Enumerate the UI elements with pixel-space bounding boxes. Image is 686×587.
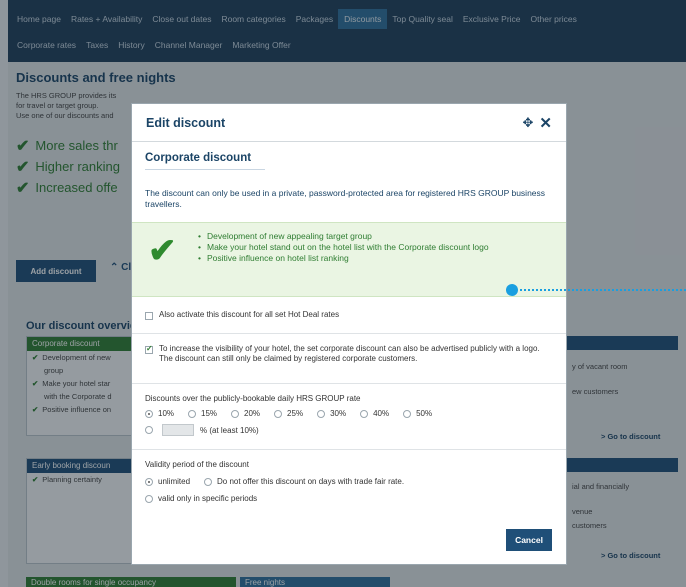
move-icon[interactable]: ✥ (523, 115, 534, 131)
rate-radio[interactable] (274, 409, 283, 418)
hot-deal-option[interactable]: Also activate this discount for all set … (145, 310, 553, 320)
visibility-option[interactable]: To increase the visibility of your hotel… (145, 344, 553, 364)
checkmark-icon: ✔ (148, 232, 177, 270)
validity-radio-row: valid only in specific periods (145, 494, 553, 503)
benefits-list: • Development of new appealing target gro… (198, 231, 548, 264)
rate-option-label: 25% (287, 409, 304, 418)
validity-no-trade-fair-radio[interactable] (204, 477, 213, 486)
validity-unlimited-option[interactable]: unlimited (145, 477, 190, 486)
rate-option-10[interactable]: 10% (145, 409, 174, 418)
custom-rate-row: % (at least 10%) (145, 424, 553, 436)
visibility-label: To increase the visibility of your hotel… (159, 344, 540, 363)
benefit-bullet: • Development of new appealing target gro… (198, 231, 372, 241)
rate-option-20[interactable]: 20% (231, 409, 260, 418)
dialog-title: Edit discount (146, 115, 226, 130)
validity-radio-row: unlimited Do not offer this discount on … (145, 477, 553, 486)
benefit-bullet: • Positive influence on hotel list rankin… (198, 253, 349, 263)
discount-description: The discount can only be used in a priva… (145, 188, 546, 209)
rate-radio[interactable] (188, 409, 197, 418)
rate-option-30[interactable]: 30% (317, 409, 346, 418)
rate-radio[interactable] (360, 409, 369, 418)
visibility-row: To increase the visibility of your hotel… (132, 334, 566, 384)
annotation-marker (506, 284, 518, 296)
rate-radio[interactable] (231, 409, 240, 418)
cancel-button[interactable]: Cancel (506, 529, 552, 551)
rate-option-50[interactable]: 50% (403, 409, 432, 418)
rate-option-15[interactable]: 15% (188, 409, 217, 418)
edit-discount-dialog: Edit discount ✥ ✕ Corporate discount The… (131, 103, 567, 565)
close-icon[interactable]: ✕ (539, 114, 552, 132)
hot-deal-label: Also activate this discount for all set … (159, 310, 340, 319)
benefit-bullet: • Make your hotel stand out on the hotel … (198, 242, 489, 252)
benefit-text: Positive influence on hotel list ranking (206, 253, 349, 263)
custom-rate-suffix: % (at least 10%) (200, 425, 259, 435)
rate-option-label: 30% (330, 409, 347, 418)
hot-deal-checkbox[interactable] (145, 312, 153, 320)
benefit-text: Development of new appealing target grou… (206, 231, 372, 241)
rate-radio[interactable] (403, 409, 412, 418)
validity-section: Validity period of the discount unlimite… (132, 450, 566, 503)
validity-no-trade-fair-option[interactable]: Do not offer this discount on days with … (204, 477, 404, 486)
rate-radio[interactable] (317, 409, 326, 418)
hot-deal-row: Also activate this discount for all set … (132, 297, 566, 334)
benefit-text: Make your hotel stand out on the hotel l… (206, 242, 489, 252)
rate-option-label: 20% (244, 409, 261, 418)
custom-rate-radio[interactable] (145, 426, 153, 434)
rate-radio-group: 10% 15% 20% 25% 30% 40% 50% (145, 409, 553, 418)
rate-option-25[interactable]: 25% (274, 409, 303, 418)
validity-label: Validity period of the discount (145, 460, 249, 469)
validity-unlimited-radio[interactable] (145, 477, 153, 486)
dialog-tools: ✥ ✕ (523, 114, 552, 132)
validity-option-label: unlimited (158, 477, 191, 486)
rate-option-label: 50% (416, 409, 433, 418)
validity-specific-option[interactable]: valid only in specific periods (145, 494, 257, 503)
rate-section: Discounts over the publicly-bookable dai… (132, 384, 566, 450)
discount-type-title: Corporate discount (145, 152, 265, 170)
validity-option-label: valid only in specific periods (158, 494, 258, 503)
rate-option-label: 10% (158, 409, 175, 418)
custom-rate-input[interactable] (162, 424, 194, 436)
validity-option-label: Do not offer this discount on days with … (217, 477, 405, 486)
rate-radio[interactable] (145, 409, 153, 418)
dialog-header: Edit discount ✥ ✕ (132, 104, 566, 142)
visibility-checkbox[interactable] (145, 344, 153, 354)
validity-specific-radio[interactable] (145, 494, 153, 503)
annotation-line (520, 289, 686, 291)
rate-option-40[interactable]: 40% (360, 409, 389, 418)
rate-option-label: 40% (373, 409, 390, 418)
benefits-box: ✔ • Development of new appealing target g… (132, 222, 566, 297)
rate-label: Discounts over the publicly-bookable dai… (145, 394, 361, 403)
rate-option-label: 15% (201, 409, 218, 418)
